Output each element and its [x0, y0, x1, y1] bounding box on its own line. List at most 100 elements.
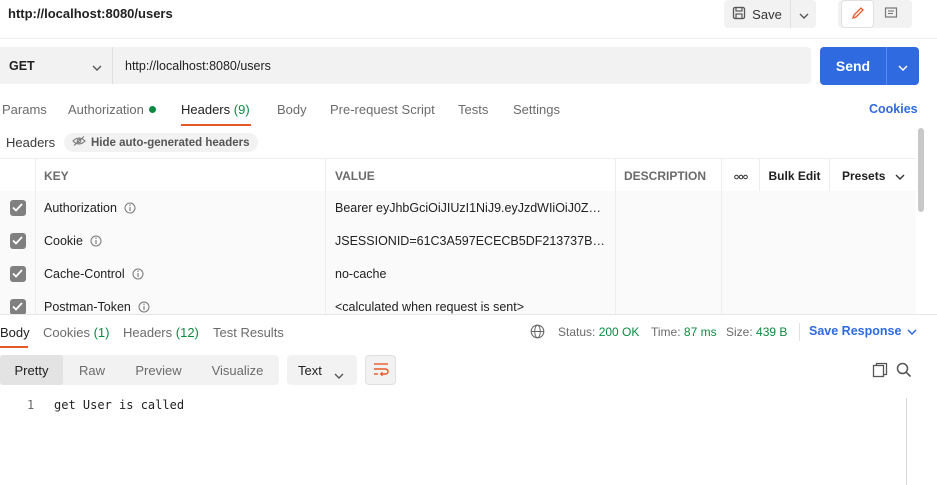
edit-button[interactable]: [841, 0, 874, 28]
bulk-edit-button[interactable]: Bulk Edit: [760, 159, 830, 192]
chevron-down-icon: [898, 59, 908, 74]
row-checkbox[interactable]: [0, 191, 36, 224]
status-dot: [148, 106, 156, 113]
request-title[interactable]: http://localhost:8080/users: [8, 6, 173, 21]
tab-response-cookies[interactable]: Cookies (1): [43, 325, 109, 340]
row-checkbox[interactable]: [0, 290, 36, 314]
response-size[interactable]: Size: 439 B: [726, 325, 787, 339]
save-response-button[interactable]: Save Response: [809, 324, 917, 338]
header-key: Cookie: [36, 224, 326, 257]
divider: [799, 323, 800, 341]
hide-auto-headers-button[interactable]: Hide auto-generated headers: [64, 133, 259, 152]
row-checkbox[interactable]: [0, 224, 36, 257]
active-tab-indicator: [0, 346, 28, 348]
header-description[interactable]: [616, 191, 722, 224]
hide-auto-headers-label: Hide auto-generated headers: [91, 136, 250, 149]
header-key: Cache-Control: [36, 257, 326, 290]
chevron-down-icon: [92, 59, 102, 74]
table-row: Authorization Bearer eyJhbGciOiJIUzI1NiJ…: [0, 191, 916, 225]
active-tab-indicator: [181, 124, 251, 126]
column-description: DESCRIPTION: [616, 159, 722, 192]
format-pretty[interactable]: Pretty: [0, 355, 63, 385]
checkbox-checked-icon: [9, 199, 26, 216]
tab-response-headers[interactable]: Headers (12): [123, 325, 199, 340]
editor-scroll-divider: [906, 398, 907, 485]
format-tabs: Pretty Raw Preview Visualize: [0, 355, 279, 385]
tab-params[interactable]: Params: [2, 102, 47, 117]
row-checkbox[interactable]: [0, 257, 36, 290]
header-value[interactable]: <calculated when request is sent>: [326, 290, 616, 314]
content-type-select[interactable]: Text: [287, 355, 357, 385]
header-value[interactable]: Bearer eyJhbGciOiJIUzI1NiJ9.eyJzdWIiOiJ0…: [326, 191, 616, 224]
format-visualize[interactable]: Visualize: [196, 355, 279, 385]
info-icon[interactable]: [90, 235, 102, 247]
search-icon[interactable]: [896, 362, 912, 381]
send-button[interactable]: Send: [820, 47, 886, 85]
wrap-lines-button[interactable]: [365, 355, 396, 385]
tab-body[interactable]: Body: [277, 102, 307, 117]
tab-test-results[interactable]: Test Results: [213, 325, 284, 340]
pencil-icon: [851, 6, 865, 23]
globe-icon[interactable]: [530, 324, 545, 342]
response-bar: Body Cookies (1) Headers (12) Test Resul…: [0, 314, 937, 348]
tab-pre-request-script[interactable]: Pre-request Script: [330, 102, 435, 117]
chevron-down-icon: [334, 367, 344, 382]
chevron-down-icon: [895, 169, 905, 183]
scrollbar-thumb[interactable]: [918, 128, 924, 212]
checkbox-column: [0, 159, 36, 192]
send-button-group: Send: [820, 47, 919, 85]
header-description[interactable]: [616, 290, 722, 314]
more-options-button[interactable]: [722, 159, 760, 192]
checkbox-checked-icon: [9, 265, 26, 282]
save-button[interactable]: Save: [724, 0, 790, 28]
header-description[interactable]: [616, 257, 722, 290]
copy-icon[interactable]: [872, 362, 888, 381]
response-body-text[interactable]: get User is called: [54, 398, 184, 412]
chevron-down-icon: [907, 324, 917, 338]
table-row: Cache-Control no-cache: [0, 257, 916, 291]
header-value[interactable]: JSESSIONID=61C3A597ECECB5DF213737B6B...: [326, 224, 616, 257]
comment-icon: [884, 6, 898, 23]
header-description[interactable]: [616, 224, 722, 257]
tab-headers[interactable]: Headers (9): [181, 102, 250, 117]
column-key: KEY: [36, 159, 326, 192]
table-row: Postman-Token <calculated when request i…: [0, 290, 916, 314]
response-time[interactable]: Time: 87 ms: [651, 325, 717, 339]
presets-label: Presets: [842, 168, 886, 183]
save-button-group: Save: [724, 0, 816, 28]
tab-tests[interactable]: Tests: [458, 102, 488, 117]
headers-label: Headers: [6, 135, 56, 150]
format-raw[interactable]: Raw: [63, 355, 121, 385]
header-key: Authorization: [36, 191, 326, 224]
line-number: 1: [27, 398, 35, 412]
checkbox-checked-icon: [9, 232, 26, 249]
comments-button[interactable]: [874, 0, 907, 28]
header-key: Postman-Token: [36, 290, 326, 314]
table-row: Cookie JSESSIONID=61C3A597ECECB5DF213737…: [0, 224, 916, 258]
header-value[interactable]: no-cache: [326, 257, 616, 290]
request-tabs: Params Authorization Headers (9) Body Pr…: [0, 96, 937, 126]
chevron-down-icon: [799, 7, 809, 22]
response-status[interactable]: Status: 200 OK: [558, 325, 639, 339]
url-value: http://localhost:8080/users: [125, 58, 271, 73]
table-header-row: KEY VALUE DESCRIPTION Bulk Edit Presets: [0, 158, 916, 193]
info-icon[interactable]: [124, 202, 136, 214]
info-icon[interactable]: [132, 268, 144, 280]
save-label: Save: [752, 6, 782, 22]
cookies-link[interactable]: Cookies: [869, 102, 918, 116]
save-options-button[interactable]: [791, 0, 816, 28]
tab-response-body[interactable]: Body: [0, 325, 30, 340]
method-select[interactable]: GET: [0, 47, 113, 84]
method-label: GET: [9, 58, 35, 73]
info-icon[interactable]: [138, 301, 150, 313]
headers-table: KEY VALUE DESCRIPTION Bulk Edit Presets …: [0, 158, 916, 314]
content-type-label: Text: [298, 362, 322, 378]
url-input[interactable]: http://localhost:8080/users: [113, 47, 811, 84]
send-options-button[interactable]: [887, 47, 919, 85]
presets-dropdown[interactable]: Presets: [830, 159, 916, 192]
format-preview[interactable]: Preview: [121, 355, 196, 385]
tab-authorization[interactable]: Authorization: [68, 102, 156, 117]
checkbox-checked-icon: [9, 298, 26, 314]
tab-settings[interactable]: Settings: [513, 102, 560, 117]
wrap-lines-icon: [373, 362, 389, 379]
